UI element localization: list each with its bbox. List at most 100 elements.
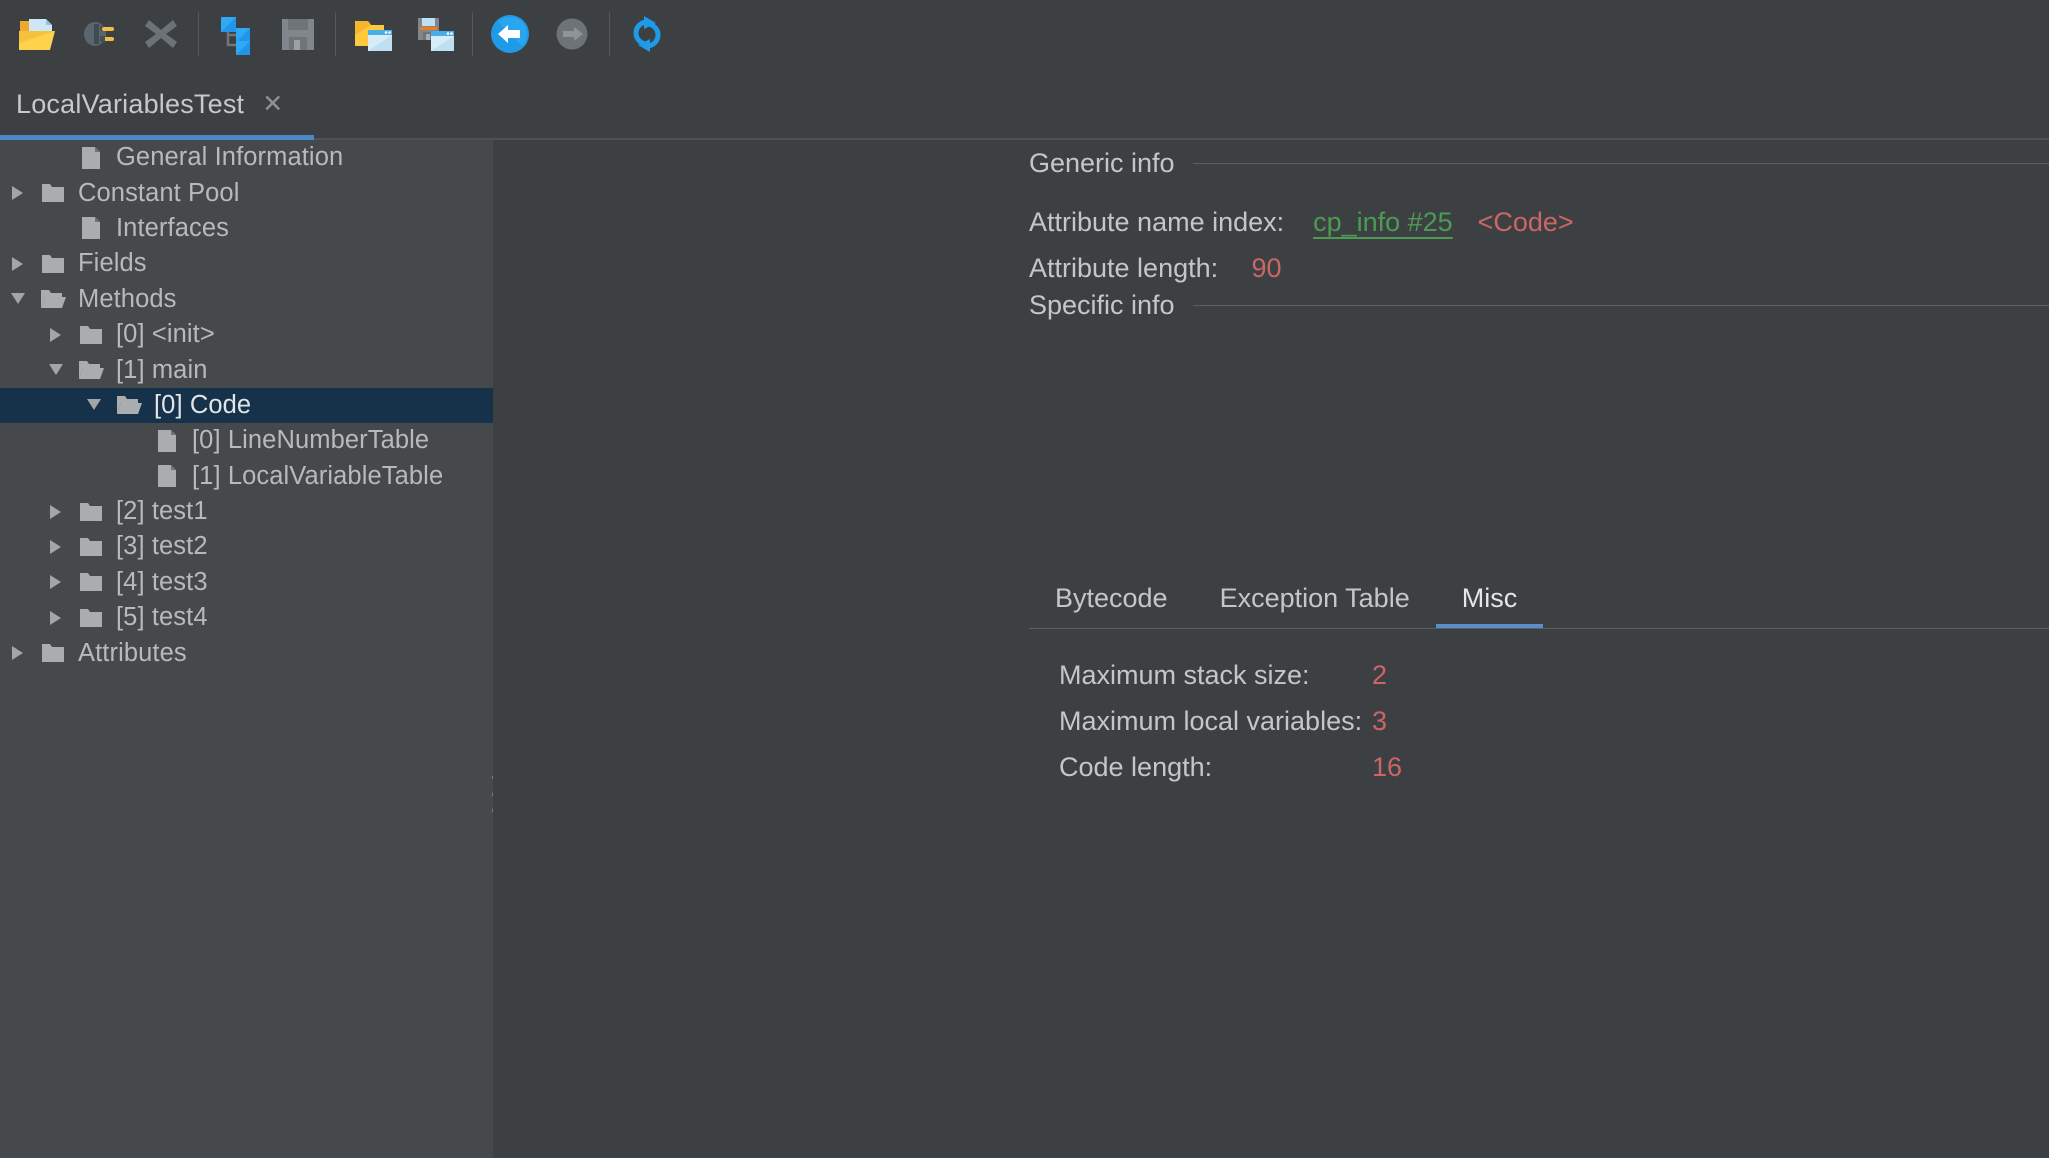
tree-row-label: [0] LineNumberTable xyxy=(192,426,430,455)
misc-row: Maximum local variables: 3 xyxy=(1059,706,1402,752)
tree-row-label: [0] <init> xyxy=(116,320,215,349)
chevron-right-icon[interactable] xyxy=(8,642,30,664)
tree-row-label: [1] main xyxy=(116,355,208,384)
attribute-name-index-link[interactable]: cp_info #25 xyxy=(1313,207,1453,237)
close-icon[interactable] xyxy=(130,6,192,62)
tree-row[interactable]: Fields xyxy=(0,246,493,281)
save-window-icon[interactable] xyxy=(404,6,466,62)
folder-open-icon-glyph xyxy=(117,396,142,415)
tree-row-label: [1] LocalVariableTable xyxy=(192,461,444,490)
chevron-right-icon[interactable] xyxy=(46,607,68,629)
forward-arrow-icon-glyph xyxy=(556,18,588,50)
folder-icon xyxy=(38,251,68,277)
folder-open-icon-glyph xyxy=(79,361,104,380)
browse-class-path-icon[interactable] xyxy=(205,6,267,62)
floppy-disk-icon-glyph xyxy=(282,19,314,50)
attribute-name-index-label: Attribute name index: xyxy=(1029,207,1285,237)
toolbar-separator xyxy=(609,12,610,56)
tree-row[interactable]: [2] test1 xyxy=(0,494,493,529)
tree-row[interactable]: [5] test4 xyxy=(0,600,493,635)
chevron-down-icon[interactable] xyxy=(46,359,68,381)
tree-row[interactable]: [0] <init> xyxy=(0,317,493,352)
tree-row[interactable]: [3] test2 xyxy=(0,529,493,564)
tree-row-label: Fields xyxy=(78,249,147,278)
specific-info-heading-label: Specific info xyxy=(1029,290,1175,320)
main-toolbar xyxy=(0,0,2049,68)
tree-row[interactable]: [1] main xyxy=(0,352,493,387)
toolbar-separator xyxy=(198,12,199,56)
file-icon-glyph xyxy=(82,217,100,240)
tree-row[interactable]: [1] LocalVariableTable xyxy=(0,459,493,494)
tree-row-label: [3] test2 xyxy=(116,532,208,561)
folder-icon xyxy=(38,640,68,666)
reopen-window-icon[interactable] xyxy=(342,6,404,62)
tree-row[interactable]: [0] LineNumberTable xyxy=(0,423,493,458)
chevron-right-icon[interactable] xyxy=(8,253,30,275)
attribute-name-index-type: <Code> xyxy=(1477,207,1574,237)
folder-icon xyxy=(76,605,106,631)
specific-info-heading: Specific info xyxy=(1029,290,2049,321)
misc-row: Code length: 16 xyxy=(1059,752,1402,798)
folder-icon xyxy=(76,322,106,348)
open-runtime-class-icon[interactable] xyxy=(68,6,130,62)
attribute-length-label: Attribute length: xyxy=(1029,253,1219,283)
forward-icon[interactable] xyxy=(541,6,603,62)
back-arrow-icon-glyph xyxy=(491,15,529,53)
tree-nodes-icon-glyph xyxy=(221,17,250,55)
specific-info-tabs-rule xyxy=(1029,628,2049,629)
file-icon xyxy=(76,145,106,171)
tree-row-label: General Information xyxy=(116,143,344,172)
folder-icon-glyph xyxy=(80,325,102,344)
misc-row: Maximum stack size: 2 xyxy=(1059,660,1402,706)
chevron-right-icon[interactable] xyxy=(8,182,30,204)
file-icon xyxy=(76,215,106,241)
tree-row-label: Constant Pool xyxy=(78,178,240,207)
save-icon[interactable] xyxy=(267,6,329,62)
tree-row[interactable]: Interfaces xyxy=(0,211,493,246)
tree-row-label: [0] Code xyxy=(154,390,252,419)
chevron-right-icon[interactable] xyxy=(46,324,68,346)
tree-row[interactable]: General Information xyxy=(0,140,493,175)
reload-icon[interactable] xyxy=(616,6,678,62)
open-class-file-icon[interactable] xyxy=(6,6,68,62)
file-icon-glyph xyxy=(82,146,100,169)
tree-row[interactable]: [0] Code xyxy=(0,387,493,424)
folder-icon-glyph xyxy=(80,502,102,521)
chevron-right-icon[interactable] xyxy=(46,571,68,593)
chevron-down-icon[interactable] xyxy=(8,288,30,310)
generic-info-heading: Generic info xyxy=(1029,148,2049,179)
tree-row[interactable]: Attributes xyxy=(0,635,493,670)
folder-icon-glyph xyxy=(80,573,102,592)
tab-bytecode[interactable]: Bytecode xyxy=(1029,567,1194,629)
tree-row-label: [5] test4 xyxy=(116,603,208,632)
tab-exception-table[interactable]: Exception Table xyxy=(1194,567,1436,629)
back-icon[interactable] xyxy=(479,6,541,62)
document-tab[interactable]: LocalVariablesTest ✕ xyxy=(0,68,314,140)
tree-row-label: Interfaces xyxy=(116,213,229,242)
tree-row[interactable]: [4] test3 xyxy=(0,565,493,600)
folder-icon-glyph xyxy=(42,254,64,273)
toolbar-separator xyxy=(472,12,473,56)
tab-misc[interactable]: Misc xyxy=(1435,567,1544,629)
specific-info-rule xyxy=(1192,305,2049,306)
folder-icon xyxy=(76,569,106,595)
tree-row[interactable]: Constant Pool xyxy=(0,175,493,210)
chevron-down-icon[interactable] xyxy=(84,394,106,416)
plug-icon-glyph xyxy=(84,22,114,46)
tree-row[interactable]: Methods xyxy=(0,282,493,317)
tree-row-label: [2] test1 xyxy=(116,497,208,526)
misc-row-label: Maximum local variables: xyxy=(1059,706,1363,736)
tree-row-label: [4] test3 xyxy=(116,567,208,596)
chevron-right-icon[interactable] xyxy=(46,501,68,523)
class-structure-tree[interactable]: General Information Constant Pool Interfac… xyxy=(0,140,493,1158)
misc-row-value: 16 xyxy=(1372,752,1403,782)
misc-row-value: 3 xyxy=(1372,706,1388,736)
document-tab-close-icon[interactable]: ✕ xyxy=(262,91,283,117)
file-icon-glyph xyxy=(158,429,176,452)
misc-row-value: 2 xyxy=(1372,660,1388,690)
chevron-right-icon[interactable] xyxy=(46,536,68,558)
folder-open-icon-glyph xyxy=(41,290,66,309)
